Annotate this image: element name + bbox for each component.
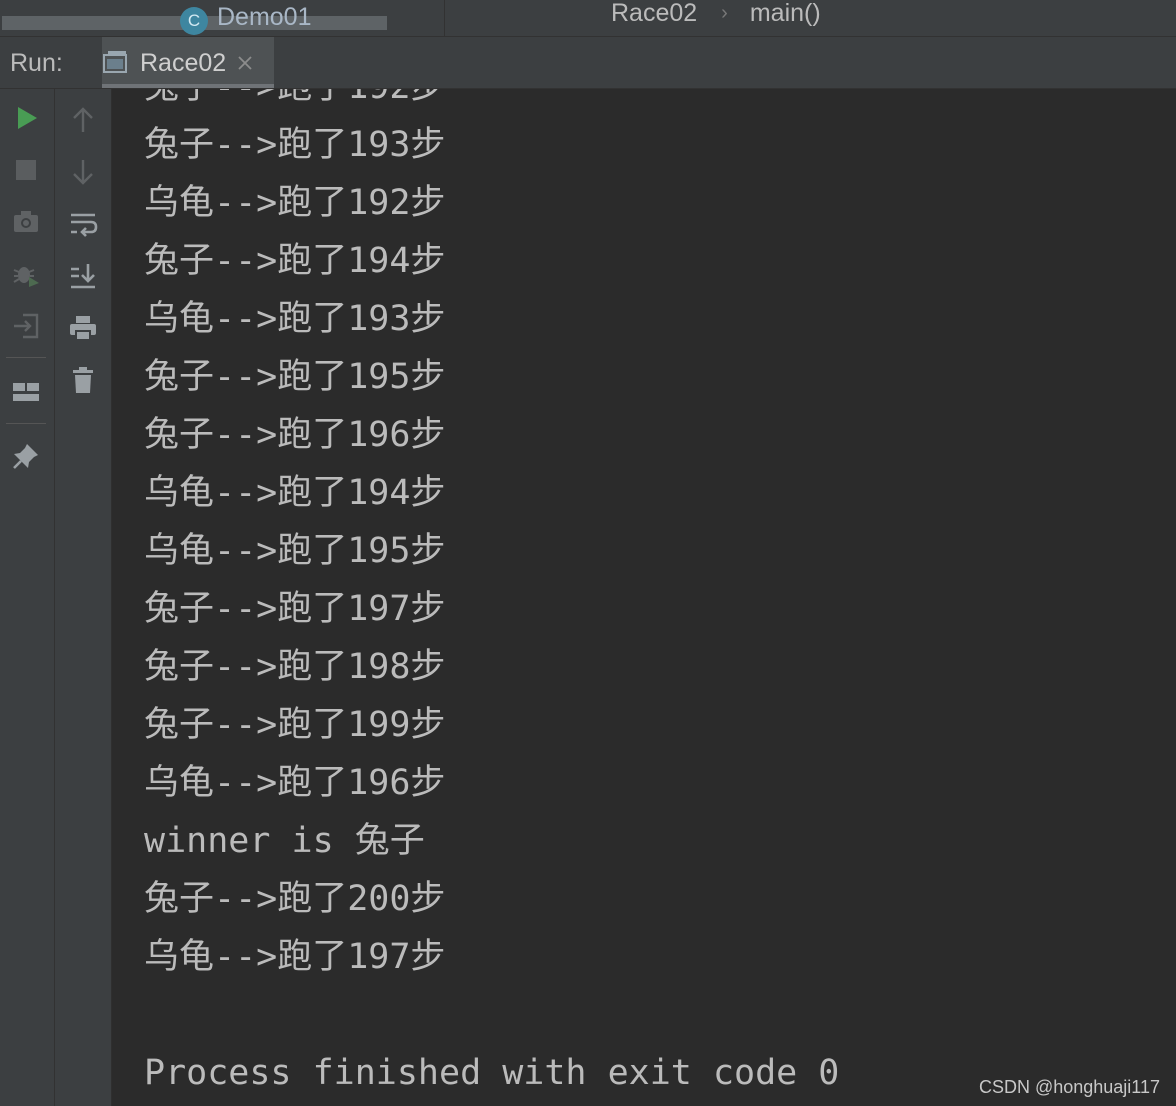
run-toolbar-primary: [0, 89, 55, 1106]
camera-icon[interactable]: [11, 207, 41, 237]
run-window-label: Run:: [10, 49, 63, 77]
console-line: 兔子-->跑了194步: [144, 241, 446, 281]
active-tab-indicator: [102, 84, 274, 88]
console-icon: [103, 51, 127, 73]
console-line: 兔子-->跑了200步: [144, 879, 446, 919]
play-icon[interactable]: [11, 103, 41, 133]
console-line: 兔子-->跑了196步: [144, 415, 446, 455]
toolbar-divider: [6, 357, 46, 358]
chevron-right-icon: ›: [721, 1, 728, 24]
exit-icon[interactable]: [11, 311, 41, 341]
editor-tab-label: Demo01: [217, 3, 312, 31]
run-tab-race02[interactable]: Race02: [102, 37, 274, 88]
editor-tab-demo01[interactable]: C Demo01: [0, 0, 445, 36]
console-line: Process finished with exit code 0: [144, 1053, 840, 1093]
console-line: 乌龟-->跑了197步: [144, 937, 446, 977]
debug-bug-icon[interactable]: [11, 259, 41, 289]
stop-icon[interactable]: [11, 155, 41, 185]
run-toolbar-secondary: [55, 89, 112, 1106]
console-line: winner is 兔子: [144, 821, 425, 861]
console-line: 兔子-->跑了198步: [144, 647, 446, 687]
console-output[interactable]: 兔子-->跑了192步 兔子-->跑了193步 乌龟-->跑了192步 兔子--…: [112, 89, 1176, 1106]
breadcrumb-class[interactable]: Race02: [611, 0, 697, 28]
console-line: 乌龟-->跑了195步: [144, 531, 446, 571]
arrow-up-icon[interactable]: [68, 105, 98, 135]
console-line: 兔子-->跑了197步: [144, 589, 446, 629]
breadcrumb-method[interactable]: main(): [750, 0, 821, 28]
console-line: 兔子-->跑了195步: [144, 357, 446, 397]
console-line: 兔子-->跑了192步: [144, 89, 445, 116]
java-class-icon: C: [180, 7, 208, 35]
console-line: 乌龟-->跑了193步: [144, 299, 446, 339]
arrow-down-icon[interactable]: [68, 157, 98, 187]
layout-icon[interactable]: [11, 377, 41, 407]
ide-window: C Demo01 Race02 › main() Run: Race02 兔子-…: [0, 0, 1176, 1106]
pin-icon[interactable]: [11, 441, 41, 471]
console-line: 乌龟-->跑了196步: [144, 763, 446, 803]
console-line: 兔子-->跑了199步: [144, 705, 446, 745]
breadcrumb: Race02 › main(): [611, 0, 821, 29]
print-icon[interactable]: [68, 313, 98, 343]
console-line: 乌龟-->跑了194步: [144, 473, 446, 513]
trash-icon[interactable]: [68, 365, 98, 395]
close-icon[interactable]: [236, 54, 254, 72]
editor-tab-bar: C Demo01 Race02 › main(): [0, 0, 1176, 37]
toolbar-divider: [6, 423, 46, 424]
console-line: 乌龟-->跑了192步: [144, 183, 446, 223]
scroll-to-end-icon[interactable]: [68, 261, 98, 291]
run-window-header: Run: Race02: [0, 37, 1176, 89]
soft-wrap-icon[interactable]: [68, 209, 98, 239]
run-tab-label: Race02: [140, 49, 227, 77]
watermark: CSDN @honghuaji117: [978, 1077, 1160, 1097]
console-line: 兔子-->跑了193步: [144, 125, 446, 165]
